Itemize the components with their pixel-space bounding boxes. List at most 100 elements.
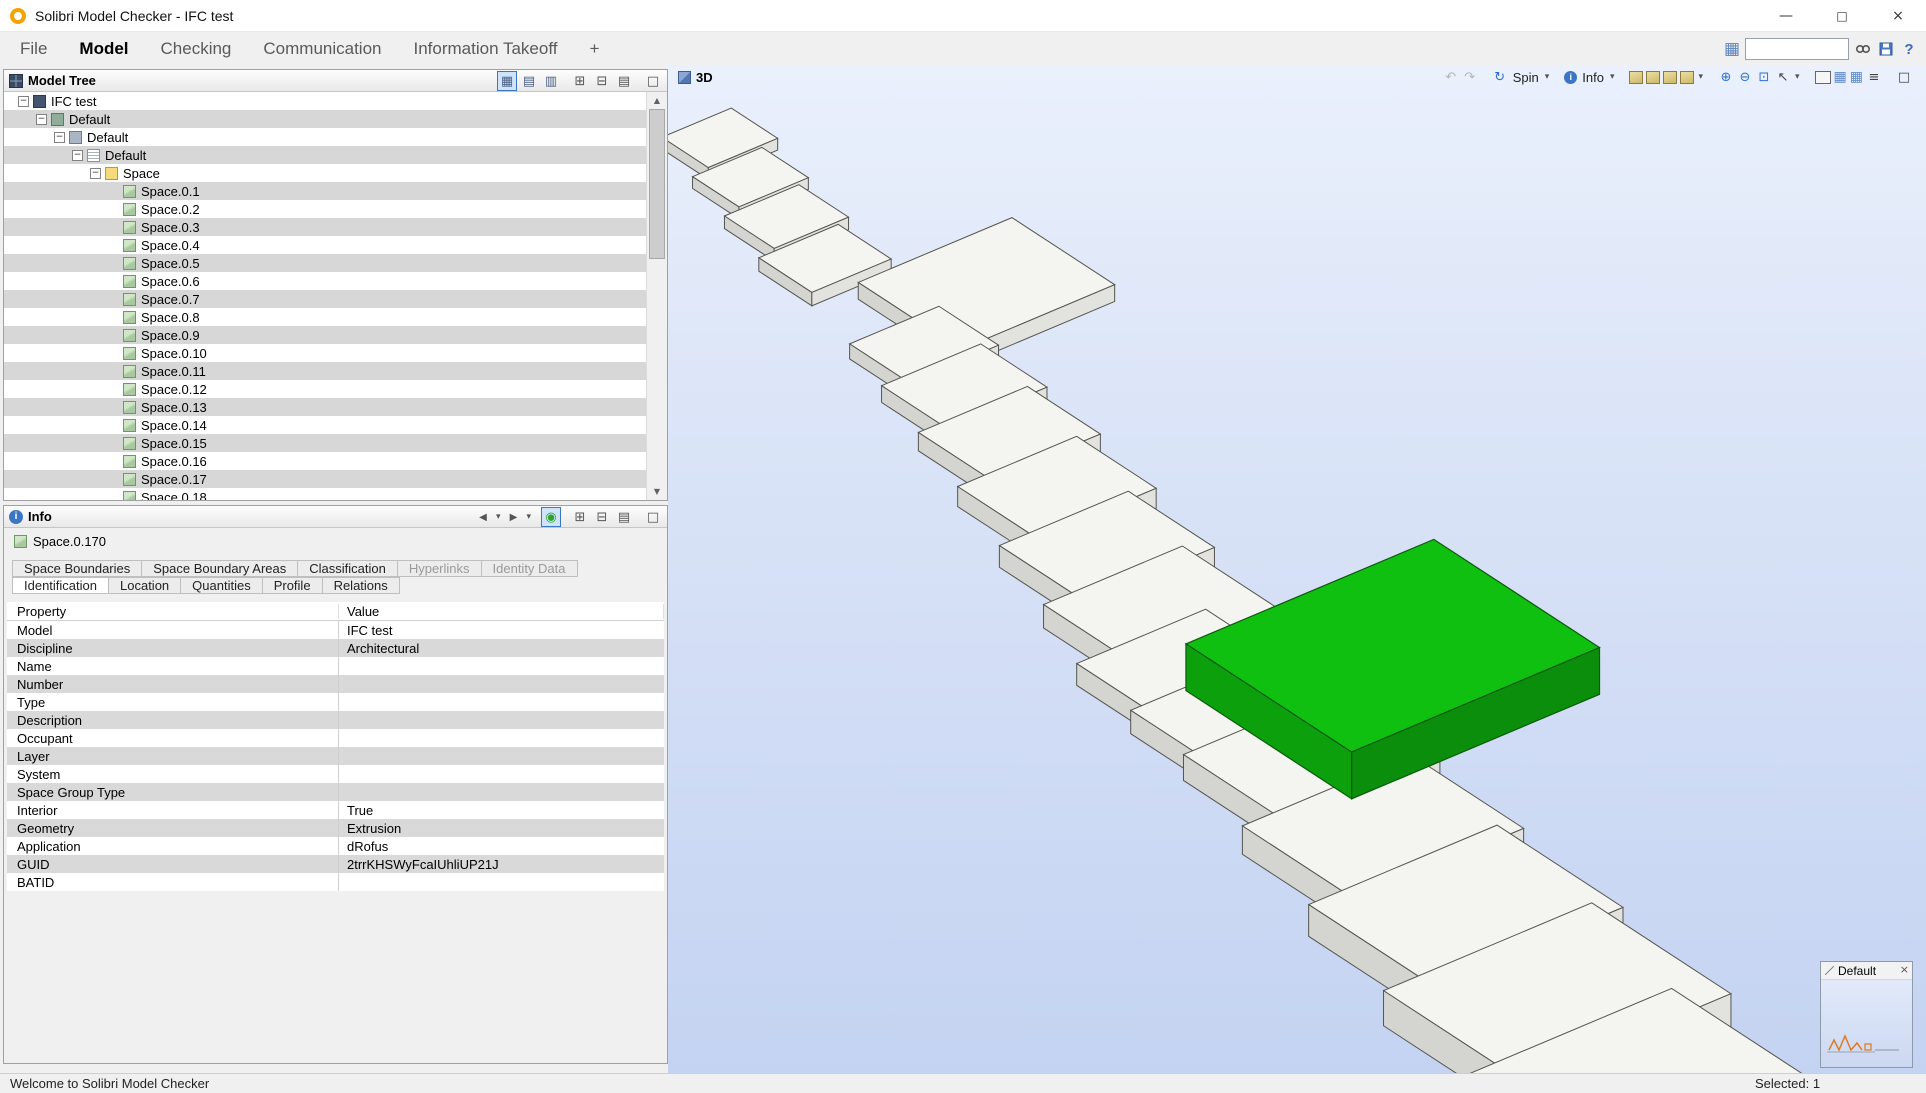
scroll-up-button[interactable]: ▲	[647, 92, 667, 109]
tree-node[interactable]: Space.0.11	[4, 362, 646, 380]
tab-space-boundaries[interactable]: Space Boundaries	[12, 560, 141, 577]
footprint-icon[interactable]	[1663, 71, 1677, 84]
expand-all-icon[interactable]: ⊞	[570, 507, 590, 527]
property-row[interactable]: Space Group Type	[7, 783, 664, 801]
menu-item-model[interactable]: Model	[63, 32, 144, 66]
section-box-icon[interactable]	[1629, 71, 1643, 84]
collapse-toggle[interactable]: −	[90, 168, 101, 179]
save-icon[interactable]	[1877, 40, 1895, 58]
viewpoint-frame-icon[interactable]	[1815, 71, 1831, 84]
property-row[interactable]: ModelIFC test	[7, 621, 664, 639]
menu-item-checking[interactable]: Checking	[145, 32, 248, 66]
tab-space-boundary-areas[interactable]: Space Boundary Areas	[141, 560, 297, 577]
tree-layout-icon[interactable]: ▤	[519, 71, 539, 91]
property-row[interactable]: Layer	[7, 747, 664, 765]
minimap-close-icon[interactable]: ×	[1900, 963, 1909, 976]
tree-node[interactable]: Space.0.16	[4, 452, 646, 470]
tree-node[interactable]: Space.0.10	[4, 344, 646, 362]
compact-tree-icon[interactable]: ▥	[541, 71, 561, 91]
property-row[interactable]: Occupant	[7, 729, 664, 747]
tab-classification[interactable]: Classification	[297, 560, 397, 577]
3d-canvas[interactable]	[668, 66, 1926, 1073]
tree-node[interactable]: Space.0.6	[4, 272, 646, 290]
info-mode-icon[interactable]: i	[1564, 71, 1577, 84]
collapse-toggle[interactable]: −	[54, 132, 65, 143]
tree-node[interactable]: Space.0.7	[4, 290, 646, 308]
tree-node[interactable]: Space.0.4	[4, 236, 646, 254]
spin-dropdown-icon[interactable]: ▾	[1545, 72, 1550, 82]
maximize-panel-icon[interactable]: □	[643, 507, 663, 527]
property-row[interactable]: Number	[7, 675, 664, 693]
tab-location[interactable]: Location	[108, 577, 180, 594]
tree-node[interactable]: Space.0.14	[4, 416, 646, 434]
tree-node[interactable]: Space.0.13	[4, 398, 646, 416]
minimize-button[interactable]: —	[1758, 0, 1814, 32]
property-row[interactable]: GeometryExtrusion	[7, 819, 664, 837]
table-view-icon[interactable]: ▤	[614, 507, 634, 527]
menu-item-informationtakeoff[interactable]: Information Takeoff	[398, 32, 574, 66]
tree-node[interactable]: Space.0.8	[4, 308, 646, 326]
cube-dropdown-icon[interactable]: ▾	[1698, 72, 1703, 82]
minimap-body[interactable]	[1821, 980, 1912, 1067]
tree-scrollbar[interactable]: ▲ ▼	[646, 92, 667, 500]
tree-node[interactable]: Space.0.2	[4, 200, 646, 218]
binoculars-icon[interactable]	[1854, 40, 1872, 58]
property-row[interactable]: DisciplineArchitectural	[7, 639, 664, 657]
property-row[interactable]: ApplicationdRofus	[7, 837, 664, 855]
property-row[interactable]: System	[7, 765, 664, 783]
pan-icon[interactable]: ↖	[1775, 68, 1791, 86]
undo-view-icon[interactable]: ↶	[1443, 68, 1459, 86]
maximize-panel-icon[interactable]: □	[643, 71, 663, 91]
tree-node[interactable]: Space.0.1	[4, 182, 646, 200]
tab-quantities[interactable]: Quantities	[180, 577, 262, 594]
tree-node[interactable]: −IFC test	[4, 92, 646, 110]
zoom-in-icon[interactable]: ⊕	[1718, 68, 1734, 86]
split-view-icon[interactable]: ▦	[1834, 69, 1847, 85]
menu-item-[interactable]: +	[573, 32, 615, 66]
tab-relations[interactable]: Relations	[322, 577, 400, 594]
zoom-out-icon[interactable]: ⊖	[1737, 68, 1753, 86]
property-row[interactable]: InteriorTrue	[7, 801, 664, 819]
presentation-grid-icon[interactable]: ▦	[1850, 69, 1863, 85]
tree-node[interactable]: Space.0.18	[4, 488, 646, 500]
tree-node[interactable]: −Default	[4, 110, 646, 128]
tree-node[interactable]: Space.0.3	[4, 218, 646, 236]
prev-dropdown-icon[interactable]: ▾	[496, 512, 501, 522]
tab-identification[interactable]: Identification	[12, 577, 108, 594]
layers-icon[interactable]: ≡	[1866, 68, 1882, 86]
property-row[interactable]: BATID	[7, 873, 664, 891]
spin-label[interactable]: Spin	[1513, 70, 1539, 85]
menu-item-file[interactable]: File	[4, 32, 63, 66]
collapse-all-icon[interactable]: ⊟	[592, 71, 612, 91]
quick-search-input[interactable]	[1745, 38, 1849, 60]
tree-node[interactable]: −Space	[4, 164, 646, 182]
info-mode-label[interactable]: Info	[1582, 70, 1604, 85]
help-icon[interactable]: ?	[1900, 40, 1918, 58]
property-row[interactable]: GUID2trrKHSWyFcaIUhliUP21J	[7, 855, 664, 873]
next-dropdown-icon[interactable]: ▾	[526, 512, 531, 522]
tools-dropdown-icon[interactable]: ▾	[1795, 72, 1800, 82]
collapse-toggle[interactable]: −	[18, 96, 29, 107]
tree-node[interactable]: Space.0.9	[4, 326, 646, 344]
section-plane-icon[interactable]	[1646, 71, 1660, 84]
takeoff-grid-icon[interactable]: ▦	[1724, 38, 1740, 60]
list-view-icon[interactable]: ▤	[614, 71, 634, 91]
tree-node[interactable]: Space.0.12	[4, 380, 646, 398]
maximize-button[interactable]: □	[1814, 0, 1870, 32]
tree-node[interactable]: −Default	[4, 146, 646, 164]
collapse-toggle[interactable]: −	[72, 150, 83, 161]
expand-all-icon[interactable]: ⊞	[570, 71, 590, 91]
scroll-thumb[interactable]	[649, 109, 665, 259]
property-row[interactable]: Type	[7, 693, 664, 711]
tree-node[interactable]: Space.0.5	[4, 254, 646, 272]
prev-selection-icon[interactable]: ◀	[473, 507, 493, 527]
tree-node[interactable]: Space.0.17	[4, 470, 646, 488]
collapse-toggle[interactable]: −	[36, 114, 47, 125]
hide-component-icon[interactable]	[1680, 71, 1694, 84]
redo-view-icon[interactable]: ↷	[1462, 68, 1478, 86]
collapse-all-icon[interactable]: ⊟	[592, 507, 612, 527]
zoom-fit-icon[interactable]: ⊡	[1756, 68, 1772, 86]
property-row[interactable]: Name	[7, 657, 664, 675]
property-row[interactable]: Description	[7, 711, 664, 729]
tab-profile[interactable]: Profile	[262, 577, 322, 594]
